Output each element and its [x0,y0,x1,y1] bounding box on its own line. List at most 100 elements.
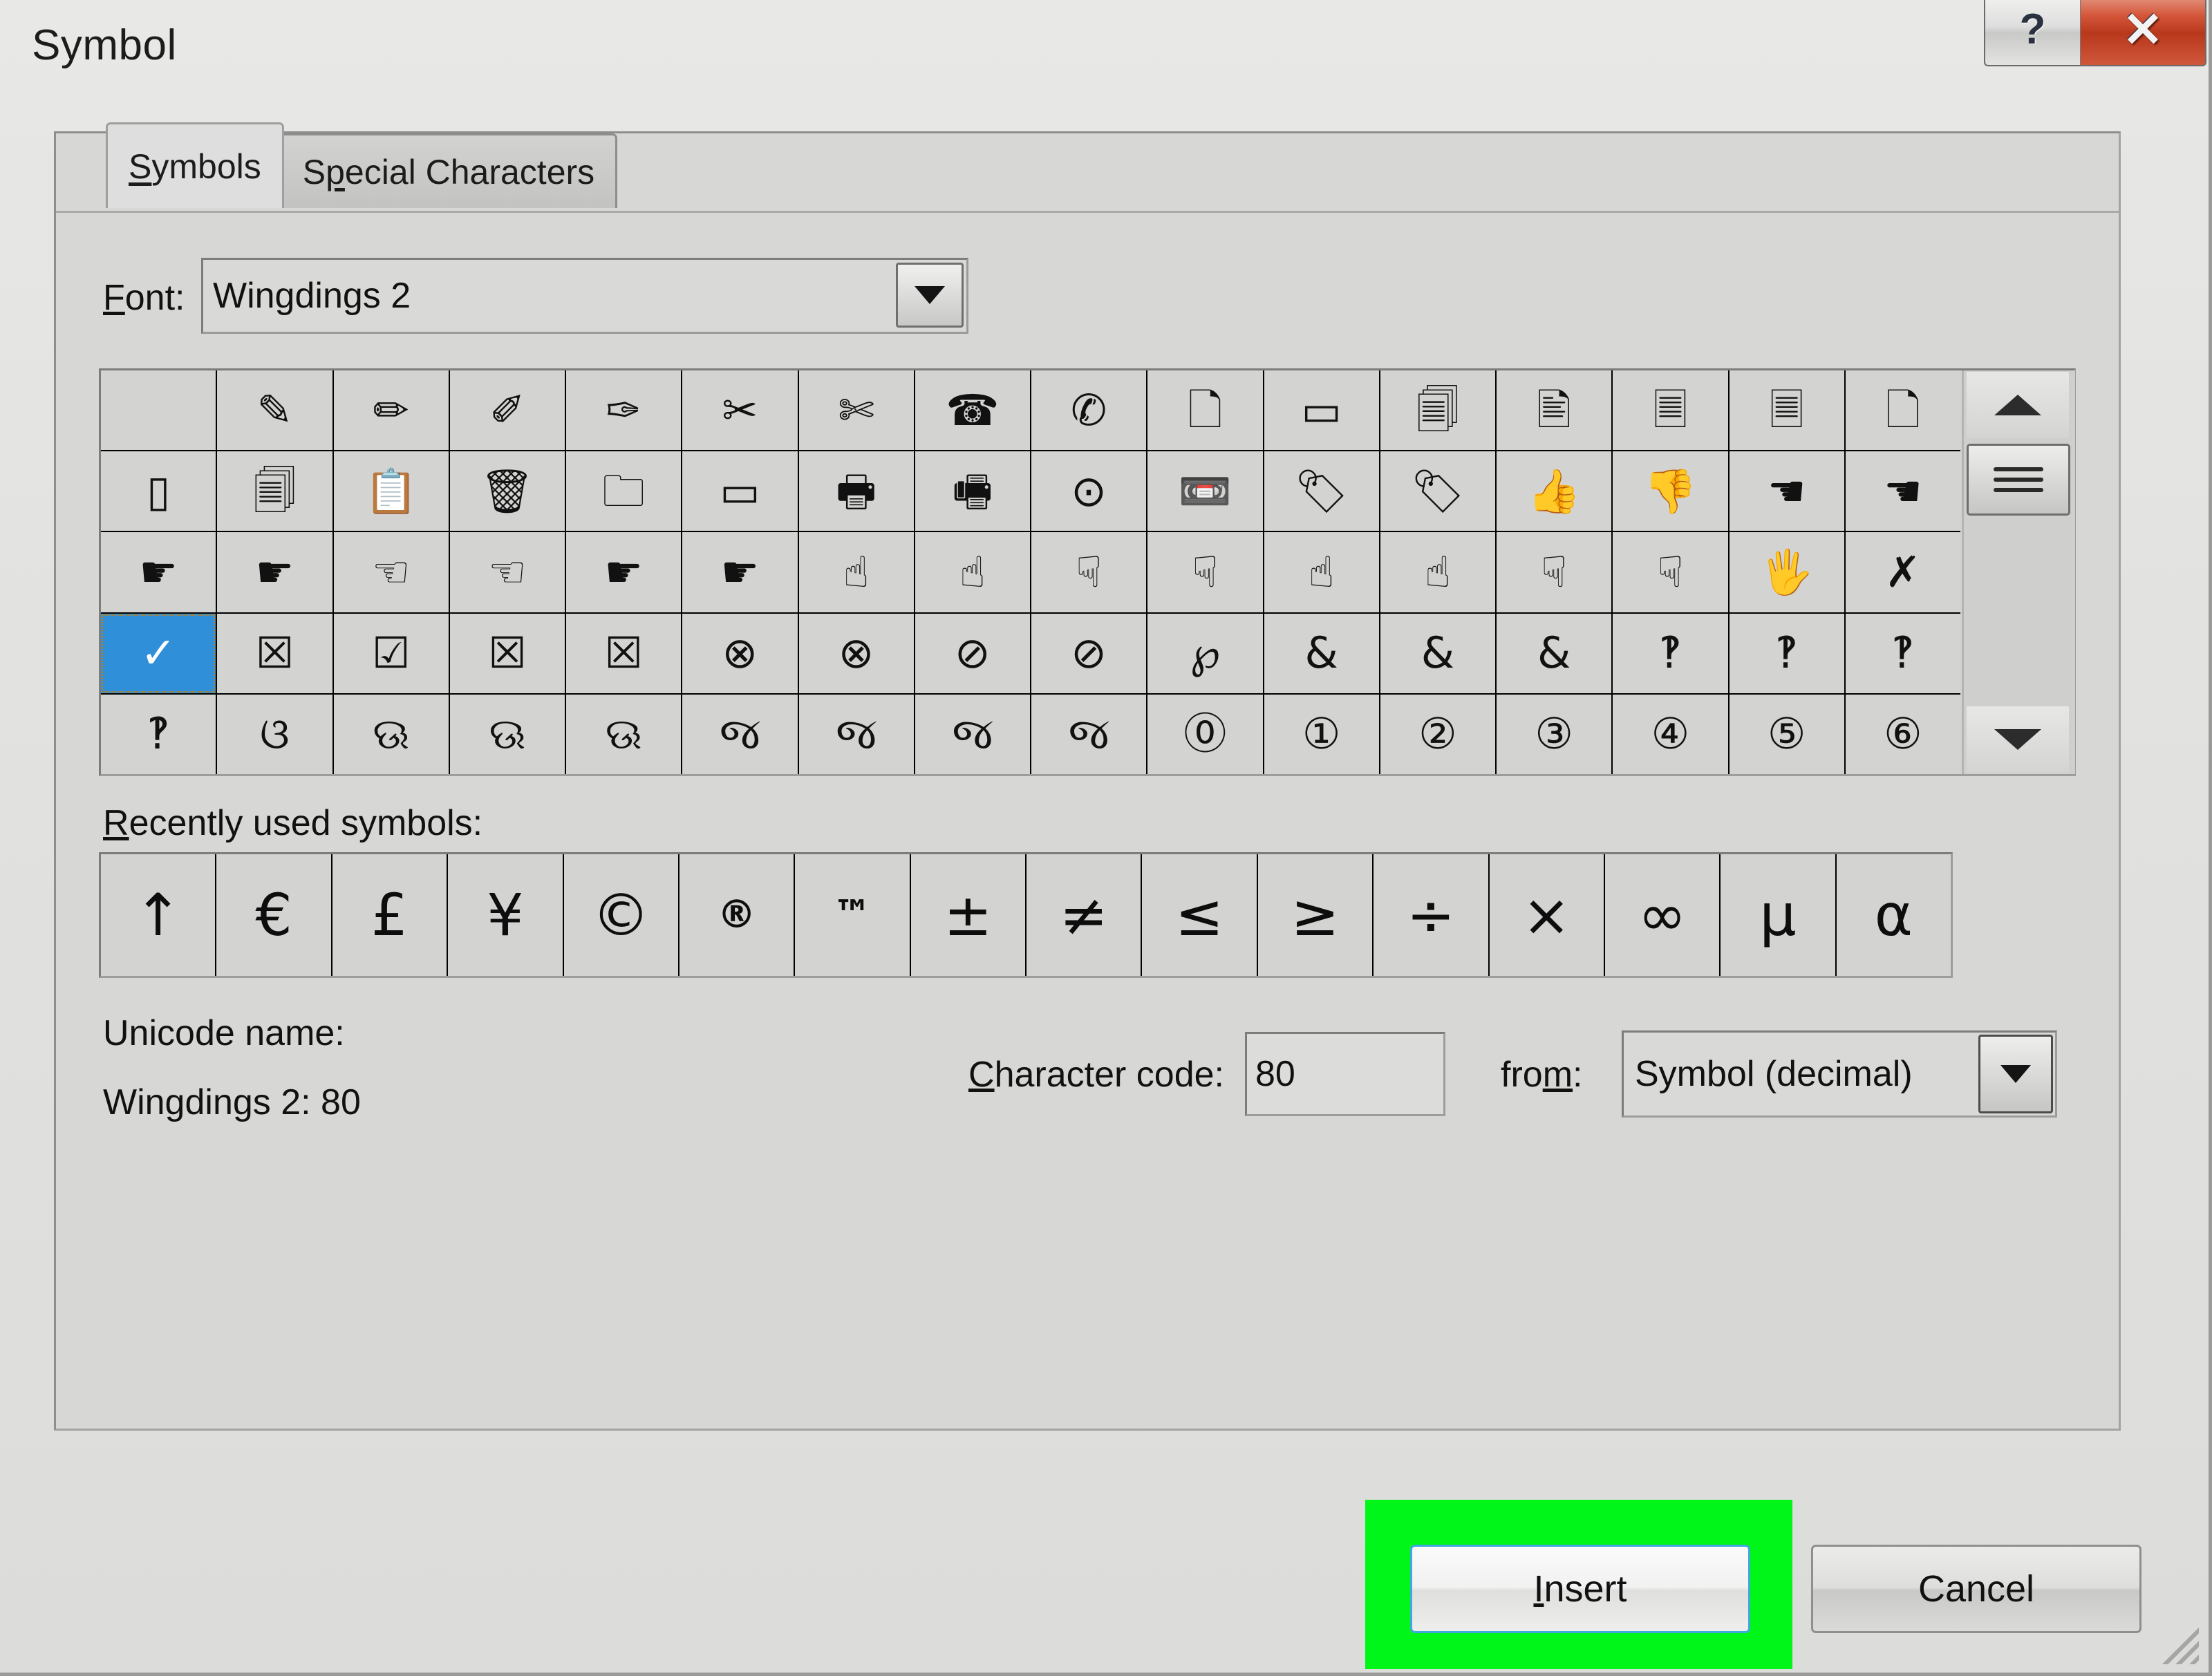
symbol-cell[interactable]: 🗀 [566,451,682,531]
symbol-cell[interactable]: ☝ [1380,532,1495,612]
symbol-cell[interactable]: ‽ [1845,613,1960,693]
symbol-cell[interactable]: ☒ [566,613,682,693]
symbol-cell[interactable]: ଊ [333,694,449,774]
symbol-cell[interactable]: જ [915,694,1030,774]
symbol-cell[interactable]: 👎 [1613,451,1728,531]
symbol-cell[interactable]: ✐ [449,370,565,451]
symbol-cell[interactable]: ☝ [1264,532,1379,612]
symbol-cell[interactable]: ✏ [333,370,449,451]
symbol-cell[interactable]: ⓪ [1147,694,1263,774]
symbol-cell[interactable]: ☜ [333,532,449,612]
symbol-cell[interactable]: 🗏 [1729,370,1844,451]
symbol-cell[interactable]: 📼 [1147,451,1263,531]
symbol-cell[interactable]: ⑤ [1729,694,1844,774]
symbol-cell[interactable]: 🏷 [1264,451,1379,531]
character-code-input[interactable]: 80 [1245,1032,1445,1116]
symbol-cell[interactable]: 🗑 [449,451,565,531]
symbol-cell[interactable]: 🖶 [798,451,914,531]
cancel-button[interactable]: Cancel [1811,1545,2141,1633]
symbol-cell[interactable]: & [1380,613,1495,693]
symbol-cell[interactable] [101,370,216,451]
symbol-cell[interactable]: 🖹 [1497,370,1612,451]
recent-symbol-cell[interactable]: ± [910,854,1025,976]
recent-symbol-cell[interactable]: ≠ [1027,854,1141,976]
symbol-cell[interactable]: ☚ [1729,451,1844,531]
symbol-cell[interactable]: ℘ [1147,613,1263,693]
font-combobox[interactable]: Wingdings 2 [201,258,968,334]
scroll-up-arrow-icon[interactable] [1967,372,2069,438]
recent-symbol-cell[interactable]: € [216,854,331,976]
symbol-cell[interactable]: ☝ [798,532,914,612]
symbol-cell[interactable]: ⊙ [1031,451,1147,531]
symbol-cell[interactable]: જ [682,694,798,774]
symbol-grid-scrollbar[interactable] [1962,370,2075,774]
symbol-cell[interactable]: ① [1264,694,1379,774]
recent-symbol-cell[interactable]: ® [679,854,794,976]
close-button[interactable]: ✕ [2081,0,2206,66]
symbol-cell[interactable]: ⊘ [915,613,1030,693]
symbol-cell[interactable]: ☟ [1497,532,1612,612]
symbol-cell[interactable]: ☟ [1613,532,1728,612]
recent-symbol-cell[interactable]: α [1836,854,1951,976]
symbol-cell[interactable]: & [1264,613,1379,693]
symbol-cell[interactable]: ‽ [1729,613,1844,693]
symbol-cell[interactable]: ▯ [101,451,216,531]
symbol-cell[interactable]: ☟ [1031,532,1147,612]
resize-grip[interactable] [2150,1616,2199,1664]
symbol-cell[interactable]: જ [1031,694,1147,774]
symbol-cell[interactable]: ✎ [217,370,332,451]
recent-symbol-cell[interactable]: © [563,854,678,976]
symbol-cell[interactable]: 🏷 [1380,451,1495,531]
chevron-down-icon[interactable] [1978,1035,2053,1113]
insert-button[interactable]: Insert [1410,1545,1750,1633]
symbol-cell[interactable]: ▭ [682,451,798,531]
symbol-cell[interactable]: ② [1380,694,1495,774]
symbol-cell[interactable]: ⊘ [1031,613,1147,693]
symbol-cell[interactable]: ✑ [566,370,682,451]
symbol-cell[interactable]: 🖐 [1729,532,1844,612]
recent-symbol-cell[interactable]: ÷ [1374,854,1488,976]
recently-used-grid[interactable]: ↑ € £ ¥ © ® ™ ± ≠ ≤ ≥ ÷ × ∞ μ α [101,854,1951,976]
tab-special-characters[interactable]: Special Characters [279,133,618,208]
symbol-cell[interactable]: ଓ [217,694,332,774]
symbol-cell[interactable]: ☛ [101,532,216,612]
symbol-cell[interactable]: ✄ [798,370,914,451]
symbol-cell[interactable]: ☝ [915,532,1030,612]
recent-symbol-cell[interactable]: μ [1721,854,1835,976]
symbol-cell[interactable]: ③ [1497,694,1612,774]
symbol-cell[interactable]: & [1497,613,1612,693]
symbol-cell[interactable]: ▭ [1264,370,1379,451]
recent-symbol-cell[interactable]: ≥ [1257,854,1373,976]
symbol-cell[interactable]: ⊗ [682,613,798,693]
from-combobox[interactable]: Symbol (decimal) [1622,1030,2057,1118]
symbol-cell[interactable]: ✓ [101,613,216,693]
symbol-cell[interactable]: ☒ [217,613,332,693]
scrollbar-thumb[interactable] [1967,444,2070,516]
recent-symbol-cell[interactable]: ≤ [1142,854,1257,976]
symbol-cell[interactable]: ଊ [449,694,565,774]
symbol-cell[interactable]: ✂ [682,370,798,451]
symbol-cell[interactable]: ☛ [566,532,682,612]
symbol-cell[interactable]: ☚ [1845,451,1960,531]
symbol-cell[interactable]: ☎ [915,370,1030,451]
recent-symbol-cell[interactable]: ¥ [448,854,563,976]
recent-symbol-cell[interactable]: ∞ [1604,854,1720,976]
recent-symbol-cell[interactable]: £ [332,854,447,976]
tab-symbols[interactable]: Symbols [106,122,284,208]
scroll-down-arrow-icon[interactable] [1967,706,2069,773]
symbol-cell[interactable]: ⊗ [798,613,914,693]
chevron-down-icon[interactable] [896,263,964,328]
symbol-cell[interactable]: 🗏 [1613,370,1728,451]
symbol-cell[interactable]: ☑ [333,613,449,693]
symbol-cell[interactable]: ଊ [566,694,682,774]
symbol-cell[interactable]: જ [798,694,914,774]
recent-symbol-cell[interactable]: ↑ [101,854,216,976]
symbol-cell[interactable]: 🗐 [1380,370,1495,451]
symbol-cell[interactable]: 📋 [333,451,449,531]
symbol-cell[interactable]: 🖷 [915,451,1030,531]
symbol-cell[interactable]: ‽ [1613,613,1728,693]
symbol-cell[interactable]: 🗋 [1845,370,1960,451]
symbol-grid[interactable]: ✎ ✏ ✐ ✑ ✂ ✄ ☎ ✆ 🗋 ▭ 🗐 🖹 🗏 🗏 🗋 ▯ 🗐 📋 🗑 🗀 ▭ 🖶 🖷 ⊙ 📼 🏷 🏷 👍 👎 ☚ ☚ ☛ ☛ ☜ ☜ ☛ ☛ ☝ ☝ ☟… [101,370,1960,774]
symbol-cell[interactable]: ☒ [449,613,565,693]
symbol-cell[interactable]: ✆ [1031,370,1147,451]
